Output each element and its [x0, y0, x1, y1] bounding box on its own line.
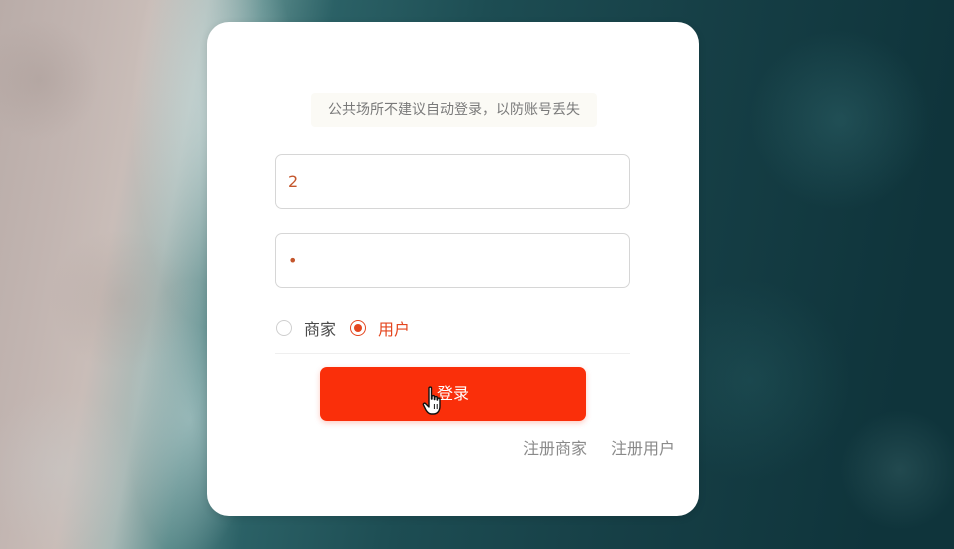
login-notice: 公共场所不建议自动登录，以防账号丢失	[311, 93, 597, 127]
role-option-user[interactable]: 用户	[350, 316, 410, 340]
password-field[interactable]	[275, 233, 630, 288]
radio-unchecked-icon[interactable]	[276, 320, 292, 336]
role-label-user: 用户	[378, 320, 411, 339]
sand-area	[0, 0, 230, 549]
login-button[interactable]: 登录	[320, 367, 586, 421]
register-user-link[interactable]: 注册用户	[611, 435, 675, 459]
form-divider	[275, 353, 630, 354]
hand-pointer-icon	[422, 386, 441, 415]
radio-checked-icon[interactable]	[350, 320, 367, 336]
role-option-merchant[interactable]: 商家	[276, 316, 336, 340]
username-input[interactable]	[276, 155, 629, 208]
login-card: 公共场所不建议自动登录，以防账号丢失 商家 用户 登录 注册商家 注册用户	[207, 22, 699, 516]
password-input[interactable]	[276, 234, 629, 287]
role-label-merchant: 商家	[304, 320, 337, 339]
role-selector: 商家 用户	[276, 316, 424, 340]
username-field[interactable]	[275, 154, 630, 209]
register-merchant-link[interactable]: 注册商家	[523, 435, 587, 459]
register-links: 注册商家 注册用户	[523, 435, 675, 459]
sea-area	[690, 0, 954, 549]
